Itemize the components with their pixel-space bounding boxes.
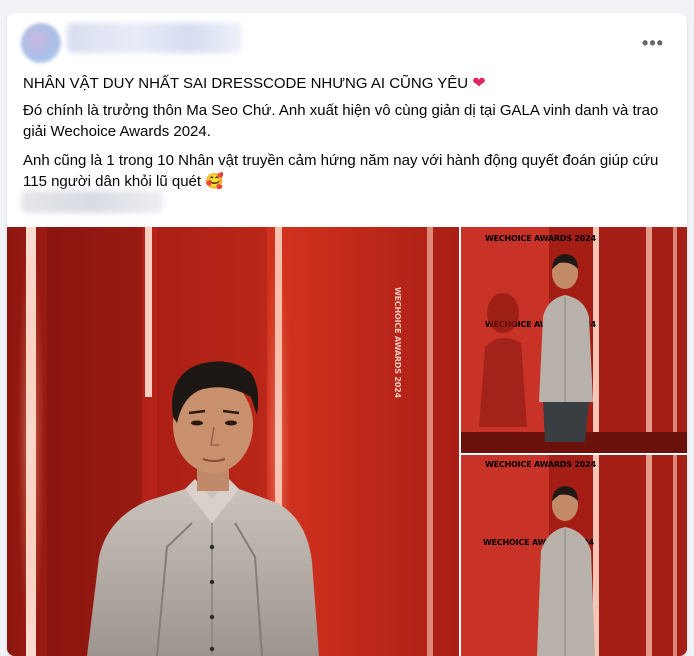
post-title-line: NHÂN VẬT DUY NHẤT SAI DRESSCODE NHƯNG AI… (23, 73, 673, 94)
smiling-hearts-icon: 🥰 (205, 173, 224, 190)
author-name-blurred[interactable] (67, 23, 242, 53)
heart-icon: ❤ (472, 75, 486, 92)
post-header: ••• (7, 13, 687, 65)
backdrop-brand-side-1a: WECHOICE AWARDS 2024 (485, 234, 596, 243)
post-paragraph-2-line: Anh cũng là 1 trong 10 Nhân vật truyền c… (23, 150, 673, 192)
more-icon: ••• (642, 32, 664, 53)
photo-side-bottom[interactable]: WECHOICE AWARDS 2024 WECHOICE AWARDS 202… (461, 455, 687, 656)
photo-side-bottom-image: WECHOICE AWARDS 2024 WECHOICE AWARDS 202… (461, 455, 687, 656)
photo-main-image: WECHOICE AWARDS 2024 (7, 227, 459, 656)
author-avatar[interactable] (21, 23, 61, 63)
post-title: NHÂN VẬT DUY NHẤT SAI DRESSCODE NHƯNG AI… (23, 75, 469, 92)
hashtags-blurred[interactable] (21, 191, 163, 213)
more-options-button[interactable]: ••• (635, 31, 671, 55)
post-text: NHÂN VẬT DUY NHẤT SAI DRESSCODE NHƯNG AI… (23, 73, 673, 192)
photo-main[interactable]: WECHOICE AWARDS 2024 (7, 227, 459, 656)
photo-side-top[interactable]: WECHOICE AWARDS 2024 WECHOICE AWARDS 202… (461, 227, 687, 453)
feed-post: ••• NHÂN VẬT DUY NHẤT SAI DRESSCODE NHƯN… (7, 13, 687, 656)
post-paragraph-2: Anh cũng là 1 trong 10 Nhân vật truyền c… (23, 152, 659, 190)
backdrop-brand-side-2a: WECHOICE AWARDS 2024 (485, 460, 596, 469)
post-paragraph-1: Đó chính là trưởng thôn Ma Seo Chứ. Anh … (23, 102, 659, 140)
photo-side-top-image: WECHOICE AWARDS 2024 WECHOICE AWARDS 202… (461, 227, 687, 453)
backdrop-brand-main: WECHOICE AWARDS 2024 (393, 287, 402, 398)
photo-grid: WECHOICE AWARDS 2024 WECHOICE AWARDS 202… (7, 227, 687, 656)
